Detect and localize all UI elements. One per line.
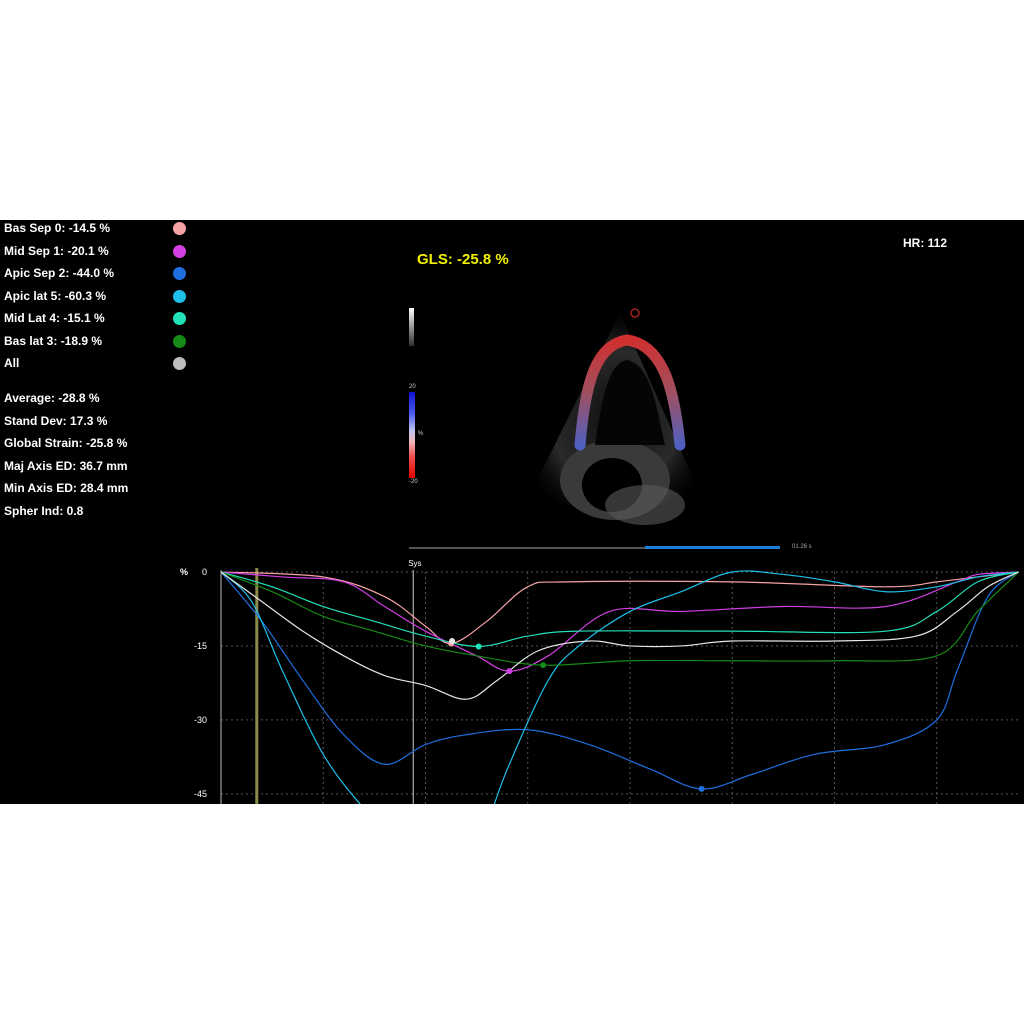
peak-point-bas-lat-3 <box>540 662 547 669</box>
series-line-apic-lat-5 <box>220 570 1019 804</box>
series-line-bas-sep-0 <box>220 571 1019 645</box>
y-axis-unit-label: % <box>180 567 188 577</box>
y-tick-label: -30 <box>194 715 207 725</box>
peak-point-mid-lat-4 <box>475 643 482 650</box>
peak-point-apic-sep-2 <box>698 785 705 792</box>
peak-point-all <box>449 638 456 645</box>
strain-viewer-panel: Bas Sep 0: -14.5 % Mid Sep 1: -20.1 % Ap… <box>0 220 1024 804</box>
series-line-apic-sep-2 <box>220 571 1019 790</box>
y-tick-label: -15 <box>194 641 207 651</box>
sys-marker-label: Sys <box>408 559 421 568</box>
y-tick-label: -45 <box>194 789 207 799</box>
strain-chart[interactable]: 1002003004005006007000-15-30-45-60%msEnd… <box>0 220 1024 804</box>
y-tick-label: 0 <box>202 567 207 577</box>
peak-point-mid-sep-1 <box>506 668 513 675</box>
